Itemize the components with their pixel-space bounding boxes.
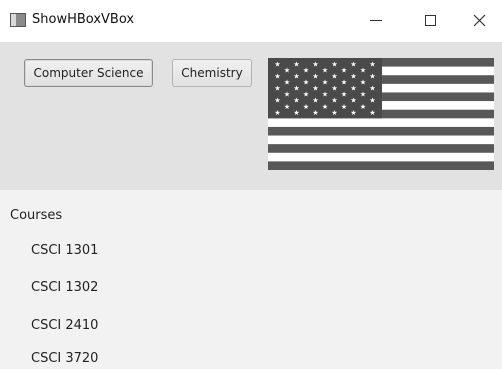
flag-star: ★ (350, 109, 356, 117)
flag-stripe (268, 152, 494, 162)
flag-star: ★ (322, 67, 328, 75)
flag-star: ★ (303, 103, 309, 111)
flag-star: ★ (322, 103, 328, 111)
close-button[interactable] (456, 0, 502, 40)
flag-star: ★ (274, 109, 280, 117)
flag-star: ★ (360, 67, 366, 75)
flag-stripe (268, 161, 494, 170)
flag-star: ★ (322, 91, 328, 99)
flag-star: ★ (331, 109, 337, 117)
flag-star: ★ (322, 79, 328, 87)
flag-star: ★ (303, 79, 309, 87)
flag-star: ★ (274, 73, 280, 81)
flag-star: ★ (331, 61, 337, 69)
flag-star: ★ (284, 79, 290, 87)
flag-star: ★ (293, 61, 299, 69)
chemistry-button[interactable]: Chemistry (172, 59, 252, 87)
flag-star: ★ (274, 61, 280, 69)
flag-star: ★ (369, 73, 375, 81)
title-bar[interactable]: ShowHBoxVBox (0, 0, 502, 42)
flag-star: ★ (312, 109, 318, 117)
course-label: CSCI 3720 (31, 351, 99, 366)
window-title: ShowHBoxVBox (32, 12, 135, 27)
flag-star: ★ (293, 85, 299, 93)
flag-star: ★ (274, 97, 280, 105)
flag-stripe (268, 126, 494, 136)
flag-star: ★ (284, 103, 290, 111)
flag-star: ★ (369, 97, 375, 105)
flag-star: ★ (312, 61, 318, 69)
app-icon (10, 13, 26, 27)
close-icon (473, 14, 486, 27)
flag-star: ★ (303, 91, 309, 99)
maximize-button[interactable] (407, 0, 453, 40)
flag-star: ★ (312, 73, 318, 81)
flag-star: ★ (341, 79, 347, 87)
flag-star: ★ (293, 109, 299, 117)
flag-star: ★ (331, 97, 337, 105)
flag-stripe (268, 118, 494, 128)
flag-stripe (268, 144, 494, 154)
minimize-button[interactable] (353, 0, 399, 40)
course-label: CSCI 1301 (31, 243, 99, 258)
flag-star: ★ (274, 85, 280, 93)
flag-star: ★ (360, 79, 366, 87)
flag-star: ★ (360, 91, 366, 99)
flag-star: ★ (312, 85, 318, 93)
flag-star: ★ (331, 73, 337, 81)
courses-vbox: Courses CSCI 1301 CSCI 1302 CSCI 2410 CS… (0, 190, 502, 369)
course-label: CSCI 1302 (31, 280, 99, 295)
flag-star: ★ (350, 73, 356, 81)
flag-star: ★ (284, 67, 290, 75)
app-window: ShowHBoxVBox Computer Science Chemistry … (0, 0, 502, 369)
flag-stripe (268, 135, 494, 145)
flag-star: ★ (303, 67, 309, 75)
flag-star: ★ (369, 109, 375, 117)
flag-star: ★ (341, 91, 347, 99)
computer-science-button[interactable]: Computer Science (24, 59, 153, 87)
flag-star: ★ (341, 103, 347, 111)
flag-star: ★ (350, 61, 356, 69)
us-flag-image: ★ ★ ★ ★ ★ ★★ ★ ★ ★ ★★ ★ ★ ★ ★ ★★ ★ ★ ★ ★★ ★ ★ ★ ★ ★★ ★ ★ ★ ★★ ★ ★ ★ ★ ★★… (268, 58, 494, 170)
flag-star: ★ (284, 91, 290, 99)
courses-heading: Courses (10, 208, 63, 223)
flag-star: ★ (293, 73, 299, 81)
flag-star: ★ (360, 103, 366, 111)
flag-star: ★ (369, 61, 375, 69)
flag-star: ★ (341, 67, 347, 75)
flag-star: ★ (369, 85, 375, 93)
course-label: CSCI 2410 (31, 318, 99, 333)
flag-star: ★ (331, 85, 337, 93)
flag-star: ★ (312, 97, 318, 105)
flag-star: ★ (293, 97, 299, 105)
flag-star: ★ (350, 97, 356, 105)
minimize-icon (370, 20, 382, 21)
maximize-icon (424, 14, 436, 26)
flag-star: ★ (350, 85, 356, 93)
